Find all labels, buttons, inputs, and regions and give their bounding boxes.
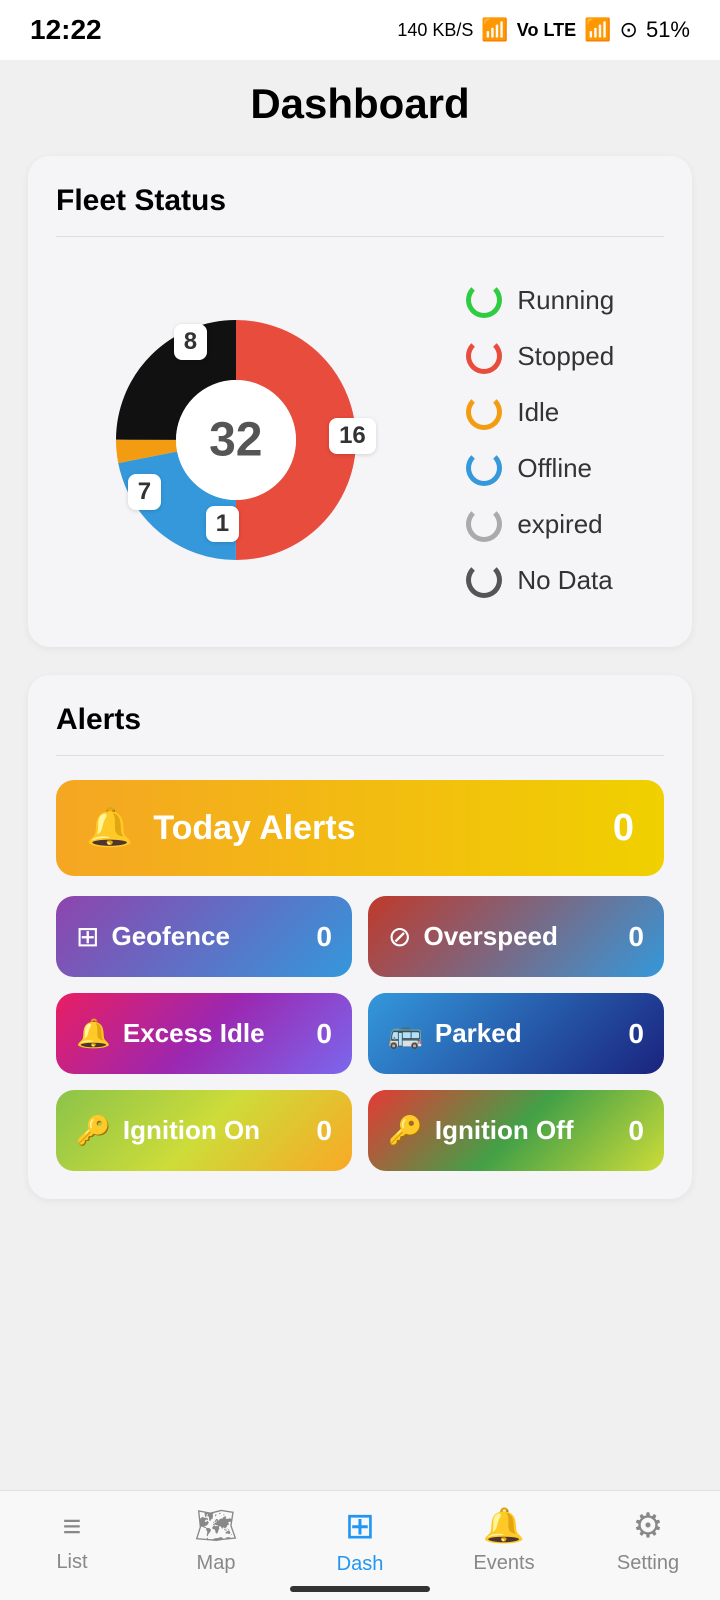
nodata-icon <box>465 561 503 599</box>
parked-icon: 🚌 <box>388 1017 423 1050</box>
legend-offline: Offline <box>465 449 614 487</box>
nav-events-label: Events <box>473 1552 534 1575</box>
fleet-status-card: Fleet Status 32 8 16 7 <box>28 156 692 647</box>
nav-setting[interactable]: ⚙ Setting <box>598 1506 698 1575</box>
segment-label-7: 7 <box>128 474 161 510</box>
fleet-status-title: Fleet Status <box>56 184 664 218</box>
signal-bars-icon: 📶 <box>584 17 611 43</box>
ignition-off-label: Ignition Off <box>435 1115 574 1146</box>
bottom-nav: ≡ List 🗺 Map ⊞ Dash 🔔 Events ⚙ Setting <box>0 1490 720 1600</box>
overspeed-icon: ⊘ <box>388 920 411 953</box>
ignition-off-count: 0 <box>628 1115 644 1147</box>
legend-running-label: Running <box>517 285 614 316</box>
alerts-divider <box>56 755 664 756</box>
parked-left: 🚌 Parked <box>388 1017 522 1050</box>
excess-idle-button[interactable]: 🔔 Excess Idle 0 <box>56 993 352 1074</box>
ignition-on-left: 🔑 Ignition On <box>76 1114 260 1147</box>
nav-dash[interactable]: ⊞ Dash <box>310 1505 410 1576</box>
nav-list[interactable]: ≡ List <box>22 1508 122 1574</box>
legend-nodata-label: No Data <box>517 565 612 596</box>
today-alerts-button[interactable]: 🔔 Today Alerts 0 <box>56 780 664 876</box>
map-icon: 🗺 <box>194 1506 237 1546</box>
excess-idle-icon: 🔔 <box>76 1017 111 1050</box>
fleet-divider <box>56 236 664 237</box>
parked-label: Parked <box>435 1018 522 1049</box>
segment-label-8: 8 <box>174 324 207 360</box>
geofence-left: ⊞ Geofence <box>76 920 230 953</box>
nav-dash-label: Dash <box>337 1553 384 1576</box>
legend-running: Running <box>465 281 614 319</box>
nav-map-label: Map <box>197 1552 236 1575</box>
fleet-legend: Running Stopped Idle <box>465 281 614 599</box>
today-alert-icon: 🔔 <box>86 806 133 850</box>
nav-map[interactable]: 🗺 Map <box>166 1506 266 1575</box>
segment-label-16: 16 <box>329 418 376 454</box>
overspeed-button[interactable]: ⊘ Overspeed 0 <box>368 896 664 977</box>
excess-idle-left: 🔔 Excess Idle <box>76 1017 265 1050</box>
status-time: 12:22 <box>30 14 102 46</box>
battery-icon: ⊙ <box>620 17 638 43</box>
segment-label-1: 1 <box>206 506 239 542</box>
overspeed-count: 0 <box>628 921 644 953</box>
ignition-off-button[interactable]: 🔑 Ignition Off 0 <box>368 1090 664 1171</box>
parked-button[interactable]: 🚌 Parked 0 <box>368 993 664 1074</box>
alert-grid: ⊞ Geofence 0 ⊘ Overspeed 0 🔔 Excess Idle… <box>56 896 664 1171</box>
offline-icon <box>465 449 503 487</box>
battery-percent: 51% <box>646 17 690 43</box>
donut-chart: 32 8 16 7 1 <box>106 310 366 570</box>
donut-total: 32 <box>209 413 262 468</box>
lte-icon: Vo LTE <box>517 20 576 41</box>
geofence-button[interactable]: ⊞ Geofence 0 <box>56 896 352 977</box>
overspeed-label: Overspeed <box>423 921 557 952</box>
excess-idle-label: Excess Idle <box>123 1018 265 1049</box>
legend-stopped: Stopped <box>465 337 614 375</box>
page-title: Dashboard <box>28 80 692 128</box>
today-alert-text: Today Alerts <box>153 809 355 848</box>
page-content: Dashboard Fleet Status 32 8 <box>0 60 720 1347</box>
nav-setting-label: Setting <box>617 1552 679 1575</box>
expired-icon <box>465 505 503 543</box>
alerts-title: Alerts <box>56 703 664 737</box>
stopped-icon <box>465 337 503 375</box>
legend-idle-label: Idle <box>517 397 559 428</box>
idle-icon <box>465 393 503 431</box>
signal-text: 140 KB/S <box>397 20 473 41</box>
list-icon: ≡ <box>63 1508 82 1545</box>
wifi-icon: 📶 <box>481 17 508 43</box>
legend-offline-label: Offline <box>517 453 592 484</box>
overspeed-left: ⊘ Overspeed <box>388 920 558 953</box>
setting-icon: ⚙ <box>633 1506 663 1546</box>
ignition-off-icon: 🔑 <box>388 1114 423 1147</box>
alerts-card: Alerts 🔔 Today Alerts 0 ⊞ Geofence 0 ⊘ <box>28 675 692 1199</box>
legend-stopped-label: Stopped <box>517 341 614 372</box>
ignition-off-left: 🔑 Ignition Off <box>388 1114 574 1147</box>
geofence-count: 0 <box>316 921 332 953</box>
legend-expired-label: expired <box>517 509 602 540</box>
dash-icon: ⊞ <box>345 1505 375 1547</box>
nav-events[interactable]: 🔔 Events <box>454 1506 554 1575</box>
geofence-label: Geofence <box>111 921 230 952</box>
fleet-content: 32 8 16 7 1 Running <box>56 261 664 619</box>
ignition-on-count: 0 <box>316 1115 332 1147</box>
events-icon: 🔔 <box>483 1506 525 1546</box>
today-alert-count: 0 <box>613 807 634 850</box>
legend-idle: Idle <box>465 393 614 431</box>
geofence-icon: ⊞ <box>76 920 99 953</box>
legend-expired: expired <box>465 505 614 543</box>
ignition-on-icon: 🔑 <box>76 1114 111 1147</box>
ignition-on-label: Ignition On <box>123 1115 260 1146</box>
parked-count: 0 <box>628 1018 644 1050</box>
nav-list-label: List <box>56 1551 87 1574</box>
status-bar: 12:22 140 KB/S 📶 Vo LTE 📶 ⊙ 51% <box>0 0 720 60</box>
excess-idle-count: 0 <box>316 1018 332 1050</box>
home-indicator <box>290 1586 430 1592</box>
running-icon <box>465 281 503 319</box>
legend-nodata: No Data <box>465 561 614 599</box>
status-icons: 140 KB/S 📶 Vo LTE 📶 ⊙ 51% <box>397 17 690 43</box>
ignition-on-button[interactable]: 🔑 Ignition On 0 <box>56 1090 352 1171</box>
today-alert-left: 🔔 Today Alerts <box>86 806 356 850</box>
